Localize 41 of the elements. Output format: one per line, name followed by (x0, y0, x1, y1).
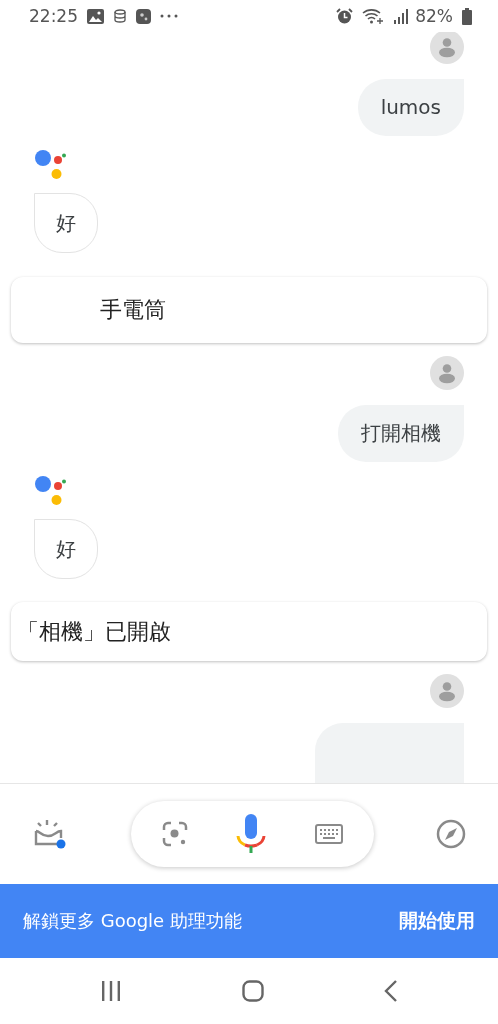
back-icon (384, 980, 398, 1002)
home-button[interactable] (242, 980, 264, 1002)
home-icon (242, 980, 264, 1002)
wifi-icon (362, 8, 385, 24)
alarm-icon (336, 7, 354, 25)
more-icon (160, 14, 178, 18)
keyboard-icon (314, 824, 343, 844)
recents-icon (100, 981, 122, 1001)
signal-icon (393, 8, 410, 24)
assistant-logo-icon (34, 149, 66, 180)
assistant-logo-icon (34, 475, 66, 507)
keyboard-button[interactable] (314, 824, 343, 844)
microphone-button[interactable] (236, 814, 266, 854)
banner-text: 解鎖更多 Google 助理功能 (23, 909, 242, 933)
battery-percent: 82% (415, 6, 453, 26)
assistant-message: 好 (34, 193, 98, 253)
app-icon (136, 8, 151, 24)
compass-icon (436, 819, 466, 849)
result-card[interactable]: 「相機」已開啟 (11, 602, 487, 661)
card-text: 「相機」已開啟 (17, 617, 171, 646)
user-message: lumos (357, 79, 464, 136)
updates-button[interactable] (33, 819, 68, 849)
get-started-link[interactable]: 開始使用 (399, 908, 475, 934)
user-avatar-icon (430, 674, 464, 708)
user-message: 打開相機 (338, 405, 464, 463)
assistant-message: 好 (34, 519, 98, 580)
inbox-icon (33, 819, 68, 849)
database-icon (113, 9, 127, 23)
battery-icon (462, 7, 472, 25)
recent-apps-button[interactable] (100, 981, 122, 1001)
microphone-icon (236, 814, 266, 854)
card-text: 手電筒 (100, 296, 166, 325)
user-avatar-icon (430, 32, 464, 64)
result-card[interactable]: 手電筒 (11, 277, 487, 344)
lens-button[interactable] (161, 821, 188, 847)
lens-icon (161, 821, 188, 847)
image-icon (87, 8, 104, 24)
user-avatar-icon (430, 356, 464, 391)
clock-time: 22:25 (29, 6, 78, 26)
back-button[interactable] (384, 980, 398, 1002)
explore-button[interactable] (436, 819, 466, 849)
